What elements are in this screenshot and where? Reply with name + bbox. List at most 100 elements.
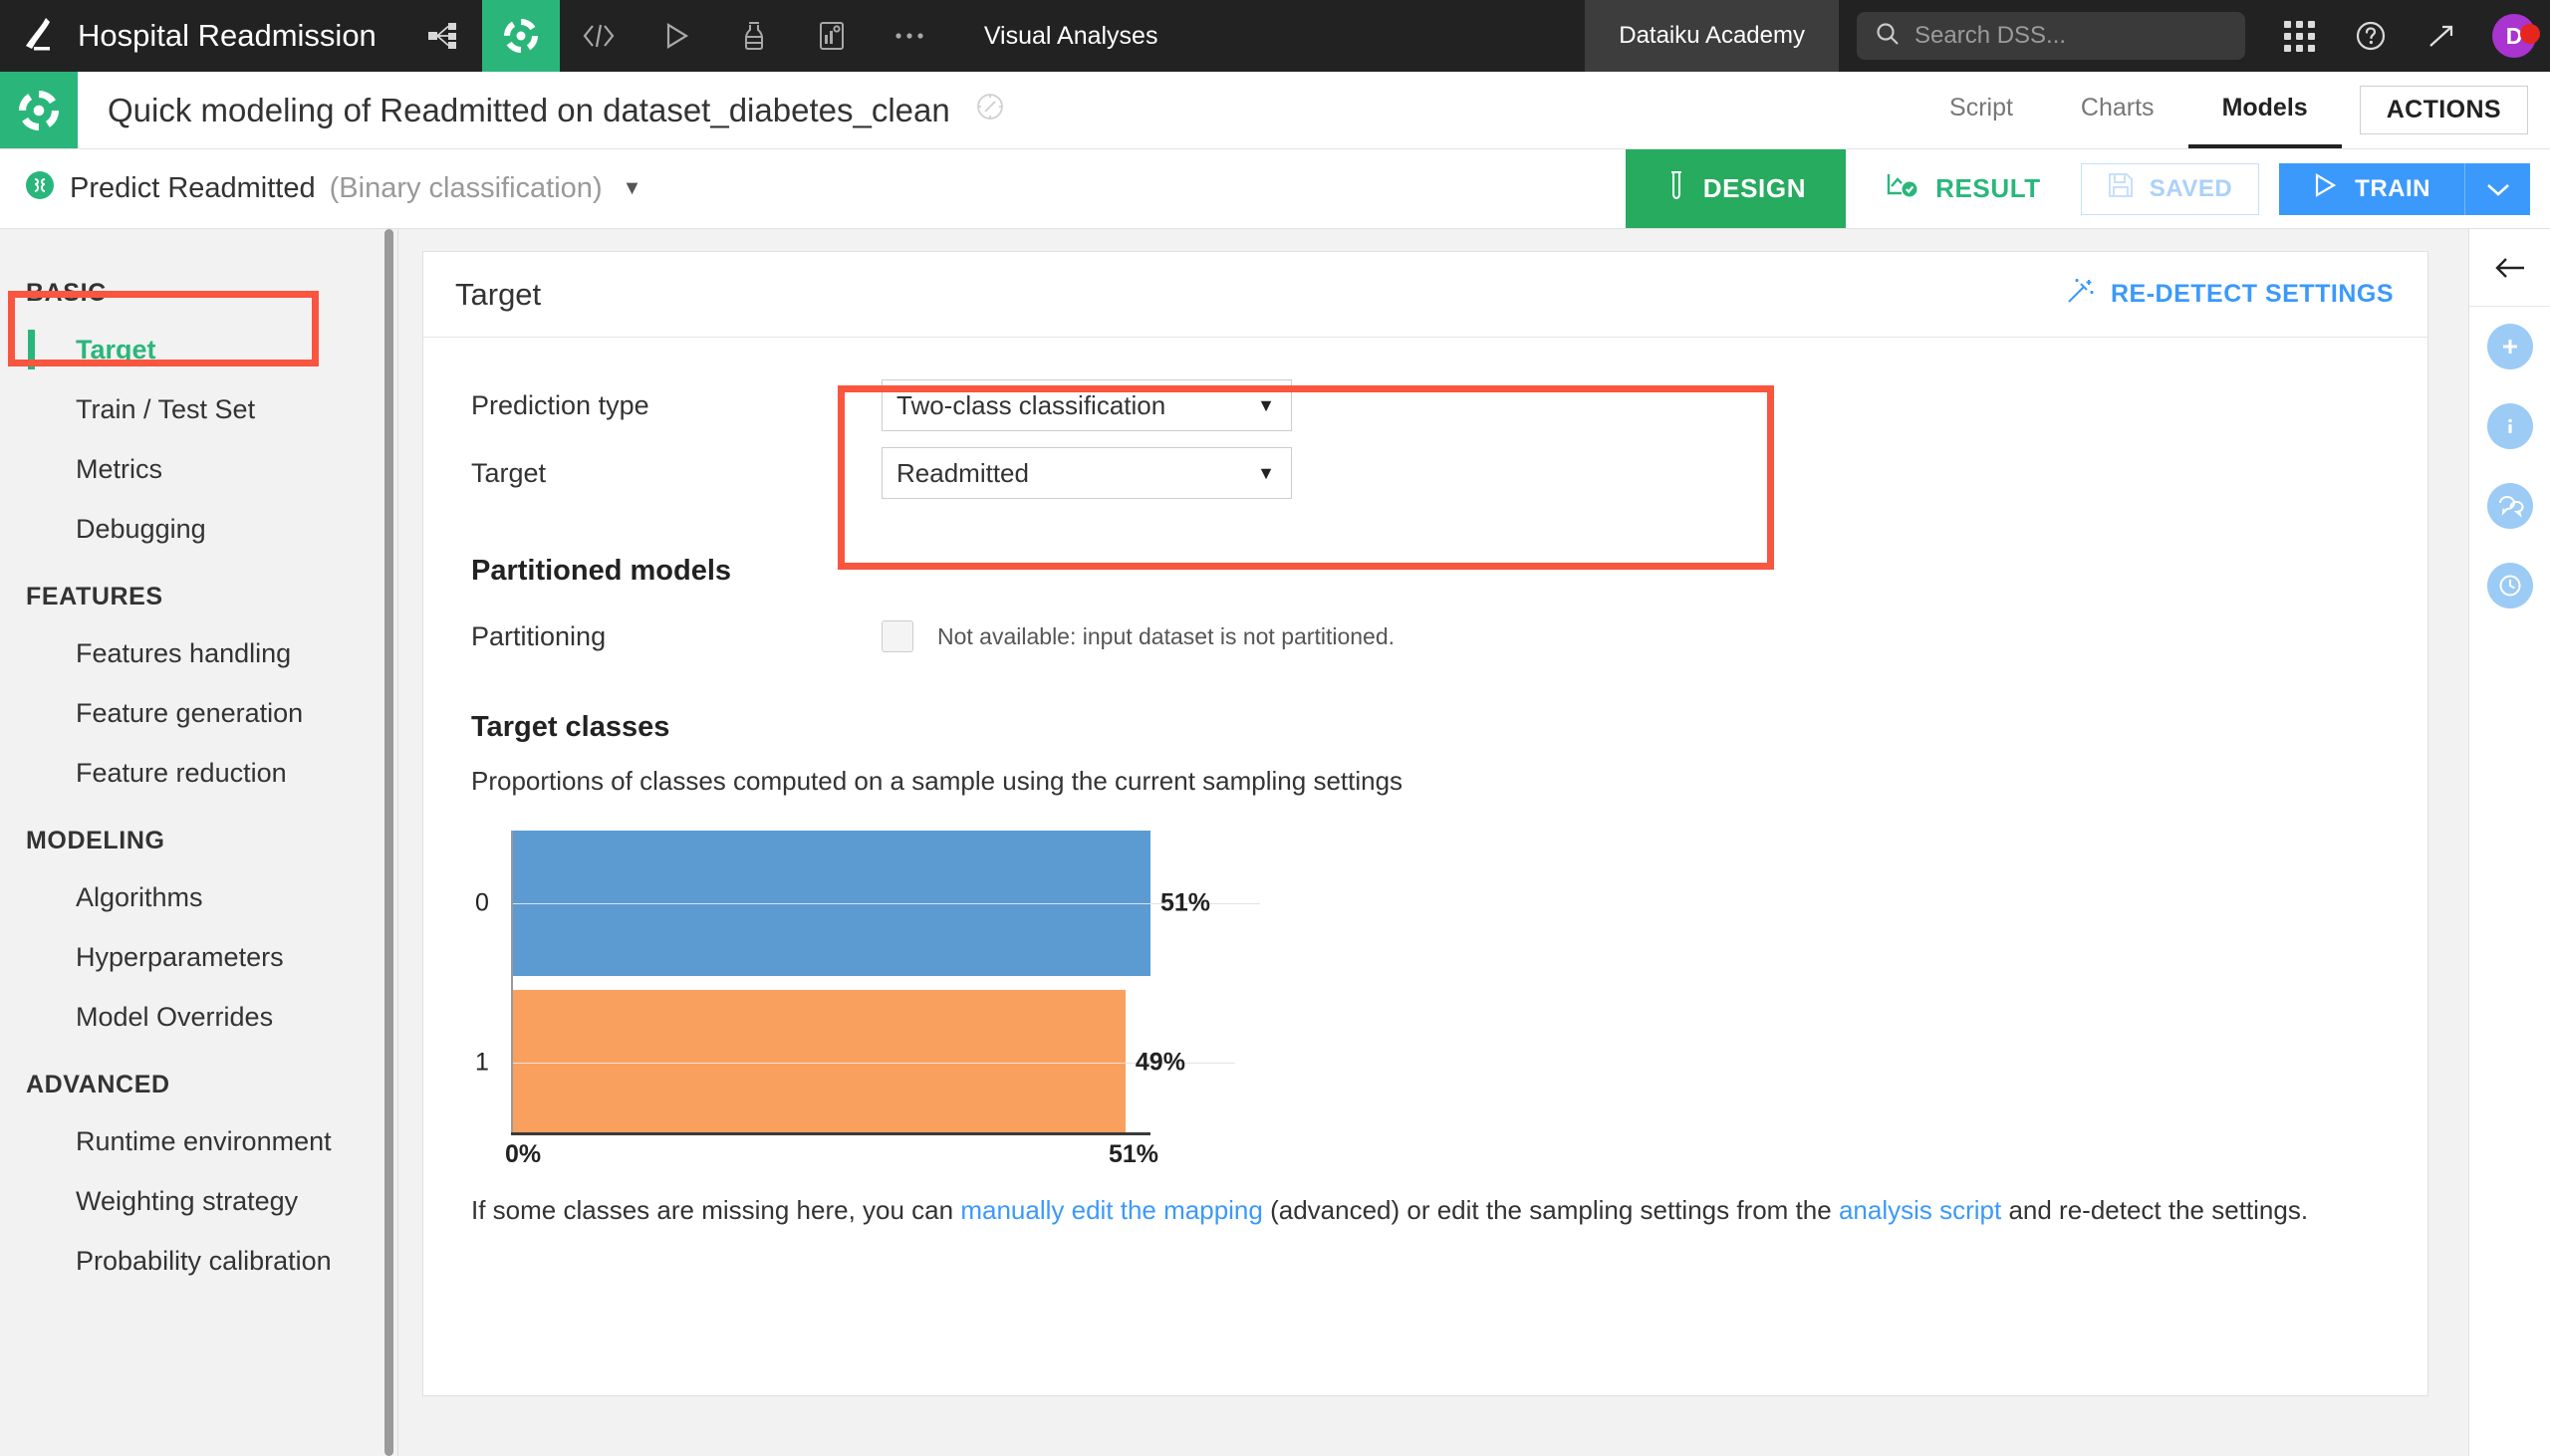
- chart-gridline: [513, 1063, 1235, 1064]
- chart-plot-area: 0 51% 1 49%: [475, 831, 1449, 1135]
- partitioning-checkbox[interactable]: [882, 620, 913, 652]
- sidebar-item-features-handling[interactable]: Features handling: [0, 623, 397, 683]
- design-sidebar: BASIC Target Train / Test Set Metrics De…: [0, 229, 398, 1456]
- chart-value-label: 51%: [1160, 888, 1211, 917]
- model-type: (Binary classification): [329, 172, 603, 204]
- sidebar-item-weighting-strategy[interactable]: Weighting strategy: [0, 1171, 397, 1231]
- avatar[interactable]: D: [2478, 14, 2550, 58]
- prediction-type-value: Two-class classification: [896, 389, 1166, 420]
- top-navigation-bar: Hospital Readmission Visual Analyses Dat…: [0, 0, 2550, 72]
- tab-models[interactable]: Models: [2187, 72, 2342, 148]
- analysis-tabs: Script Charts Models: [1915, 72, 2342, 148]
- history-button[interactable]: [2469, 546, 2550, 625]
- panel-header: Target RE-DETECT SETTINGS: [423, 252, 2427, 338]
- chart-x-tick-max: 51%: [1109, 1140, 1159, 1168]
- trending-up-icon[interactable]: [2407, 22, 2478, 50]
- help-circle-icon[interactable]: [2335, 20, 2407, 52]
- play-icon: [2313, 172, 2337, 205]
- dataiku-bird-logo[interactable]: [0, 0, 78, 72]
- academy-link[interactable]: Dataiku Academy: [1585, 0, 1839, 72]
- main-body: BASIC Target Train / Test Set Metrics De…: [0, 229, 2550, 1456]
- prediction-type-row: Prediction type Two-class classification…: [471, 371, 2380, 439]
- partitioning-row: Partitioning Not available: input datase…: [471, 609, 2380, 663]
- model-subheader: Predict Readmitted (Binary classificatio…: [0, 149, 2550, 229]
- sidebar-item-model-overrides[interactable]: Model Overrides: [0, 987, 397, 1047]
- discussions-button[interactable]: [2469, 466, 2550, 546]
- tab-design[interactable]: DESIGN: [1625, 149, 1847, 228]
- flow-icon[interactable]: [404, 0, 482, 72]
- sidebar-item-debugging[interactable]: Debugging: [0, 499, 397, 559]
- model-name: Predict Readmitted: [70, 172, 316, 204]
- saved-label: SAVED: [2149, 174, 2233, 202]
- tab-result-label: RESULT: [1935, 173, 2041, 203]
- target-row: Target Readmitted ▼: [471, 439, 2380, 507]
- train-dropdown-chevron-down-icon[interactable]: [2464, 162, 2530, 215]
- sidebar-item-probability-calibration[interactable]: Probability calibration: [0, 1231, 397, 1291]
- more-icon[interactable]: [871, 0, 948, 72]
- re-detect-settings-button[interactable]: RE-DETECT SETTINGS: [2065, 276, 2394, 313]
- prediction-type-label: Prediction type: [471, 389, 649, 420]
- sidebar-item-hyperparameters[interactable]: Hyperparameters: [0, 927, 397, 987]
- analysis-script-link[interactable]: analysis script: [1839, 1195, 2001, 1225]
- design-result-tabs: DESIGN RESULT: [1625, 149, 2081, 228]
- sidebar-item-runtime-environment[interactable]: Runtime environment: [0, 1111, 397, 1171]
- panel-title: Target: [455, 276, 542, 312]
- result-check-icon: [1886, 171, 1919, 206]
- sidebar-scrollbar[interactable]: [384, 229, 393, 1456]
- page-title-group: Quick modeling of Readmitted on dataset_…: [78, 72, 1006, 148]
- target-label: Target: [471, 457, 547, 488]
- search-icon: [1875, 21, 1901, 52]
- target-panel: Target RE-DETECT SETTINGS Prediction typ…: [422, 251, 2428, 1396]
- lab-icon[interactable]: [481, 0, 560, 72]
- code-icon[interactable]: [560, 0, 638, 72]
- target-classes-footnote: If some classes are missing here, you ca…: [471, 1195, 2380, 1226]
- prediction-type-select[interactable]: Two-class classification ▼: [882, 379, 1292, 431]
- model-title-group[interactable]: Predict Readmitted (Binary classificatio…: [0, 149, 641, 228]
- sidebar-item-target[interactable]: Target: [0, 320, 397, 379]
- manually-edit-mapping-link[interactable]: manually edit the mapping: [960, 1195, 1263, 1225]
- sidebar-item-metrics[interactable]: Metrics: [0, 439, 397, 499]
- sidebar-group-advanced: ADVANCED: [26, 1071, 170, 1098]
- subheader-actions: SAVED TRAIN: [2080, 149, 2550, 228]
- info-button[interactable]: [2469, 386, 2550, 466]
- history-icon: [2486, 563, 2533, 608]
- apps-grid-icon[interactable]: [2263, 20, 2335, 52]
- tab-script[interactable]: Script: [1915, 72, 2047, 148]
- dashboard-icon[interactable]: [793, 0, 871, 72]
- tab-charts[interactable]: Charts: [2047, 72, 2188, 148]
- chevron-down-icon[interactable]: ▼: [623, 177, 642, 200]
- sidebar-item-feature-generation[interactable]: Feature generation: [0, 683, 397, 743]
- sidebar-group-features: FEATURES: [26, 583, 163, 610]
- panel-body: Prediction type Two-class classification…: [423, 338, 2427, 1266]
- compass-icon[interactable]: [974, 91, 1006, 130]
- content-area: Target RE-DETECT SETTINGS Prediction typ…: [398, 229, 2468, 1456]
- model-circle-icon: [24, 169, 56, 209]
- add-button[interactable]: [2469, 307, 2550, 386]
- sidebar-item-feature-reduction[interactable]: Feature reduction: [0, 743, 397, 803]
- magic-wand-icon: [2065, 276, 2095, 313]
- visual-analysis-icon: [0, 72, 78, 148]
- search-input[interactable]: [1914, 22, 2227, 50]
- target-classes-chart: 0 51% 1 49% 0% 51%: [475, 831, 1449, 1169]
- back-button[interactable]: [2469, 229, 2550, 307]
- sidebar-group-basic: BASIC: [26, 279, 107, 307]
- search-box[interactable]: [1857, 12, 2245, 60]
- footnote-part1: If some classes are missing here, you ca…: [471, 1195, 961, 1225]
- chart-x-tick-min: 0%: [505, 1140, 542, 1168]
- nav-section-label: Visual Analyses: [983, 21, 1158, 50]
- project-name[interactable]: Hospital Readmission: [78, 0, 404, 72]
- run-icon[interactable]: [638, 0, 715, 72]
- tab-design-label: DESIGN: [1702, 173, 1807, 203]
- actions-button[interactable]: ACTIONS: [2359, 86, 2528, 134]
- target-select[interactable]: Readmitted ▼: [882, 447, 1292, 499]
- lab-flask-icon[interactable]: [715, 0, 793, 72]
- floppy-disk-icon: [2108, 172, 2134, 205]
- sidebar-item-train-test-set[interactable]: Train / Test Set: [0, 379, 397, 439]
- saved-button: SAVED: [2080, 162, 2260, 215]
- tab-result[interactable]: RESULT: [1846, 149, 2081, 228]
- train-button[interactable]: TRAIN: [2279, 162, 2464, 215]
- target-value: Readmitted: [896, 457, 1029, 488]
- chart-gridline: [513, 903, 1260, 904]
- sidebar-item-algorithms[interactable]: Algorithms: [0, 867, 397, 927]
